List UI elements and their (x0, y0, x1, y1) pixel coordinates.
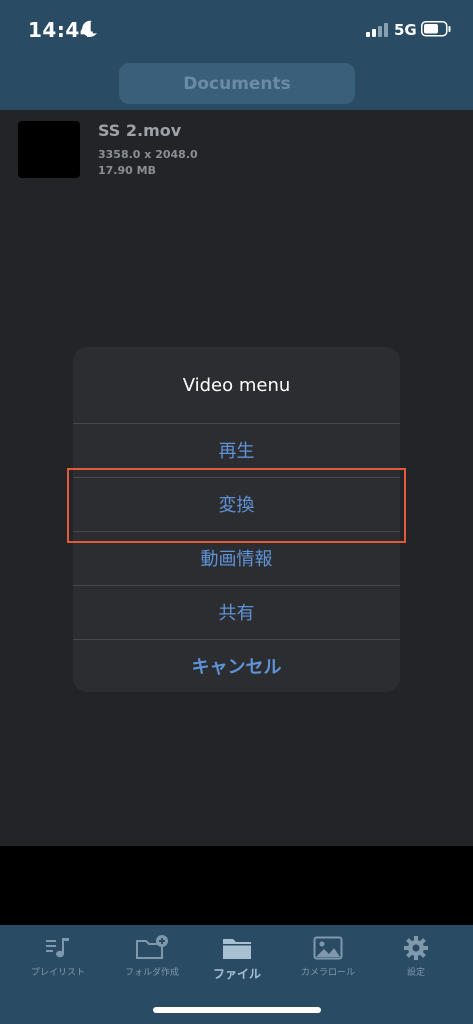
cancel-button[interactable]: キャンセル (73, 639, 400, 692)
page-title: Documents (119, 63, 355, 104)
tab-camera-roll[interactable]: カメラロール (281, 935, 375, 985)
photo-icon (313, 935, 343, 961)
playlist-icon (45, 935, 71, 961)
file-name: SS 2.mov (98, 121, 182, 140)
home-indicator[interactable] (153, 1007, 321, 1013)
tab-label: ファイル (212, 967, 261, 981)
folder-add-icon (135, 935, 169, 961)
video-menu-title: Video menu (182, 374, 291, 396)
tab-label: プレイリスト (30, 968, 85, 978)
menu-item-share[interactable]: 共有 (73, 585, 400, 638)
tab-playlist[interactable]: プレイリスト (11, 935, 105, 985)
navigation-bar: 14:44 5G Documents (0, 0, 473, 110)
highlight-annotation (67, 468, 406, 543)
gear-icon (403, 935, 429, 961)
tab-create-folder[interactable]: フォルダ作成 (105, 935, 199, 985)
moon-icon (82, 20, 98, 42)
network-label: 5G (394, 21, 417, 39)
tab-settings[interactable]: 設定 (369, 935, 463, 985)
tab-files[interactable]: ファイル (190, 935, 284, 985)
battery-icon (421, 21, 451, 41)
tab-label: 設定 (406, 968, 425, 978)
list-item[interactable]: SS 2.mov 3358.0 x 2048.0 17.90 MB (18, 121, 455, 181)
file-size: 17.90 MB (98, 164, 156, 177)
file-dimensions: 3358.0 x 2048.0 (98, 148, 198, 161)
video-thumbnail (18, 121, 80, 178)
tab-label: フォルダ作成 (124, 968, 179, 978)
signal-icon (366, 22, 388, 41)
tab-label: カメラロール (300, 968, 355, 978)
folder-icon (222, 935, 252, 961)
divider-area (0, 846, 473, 925)
